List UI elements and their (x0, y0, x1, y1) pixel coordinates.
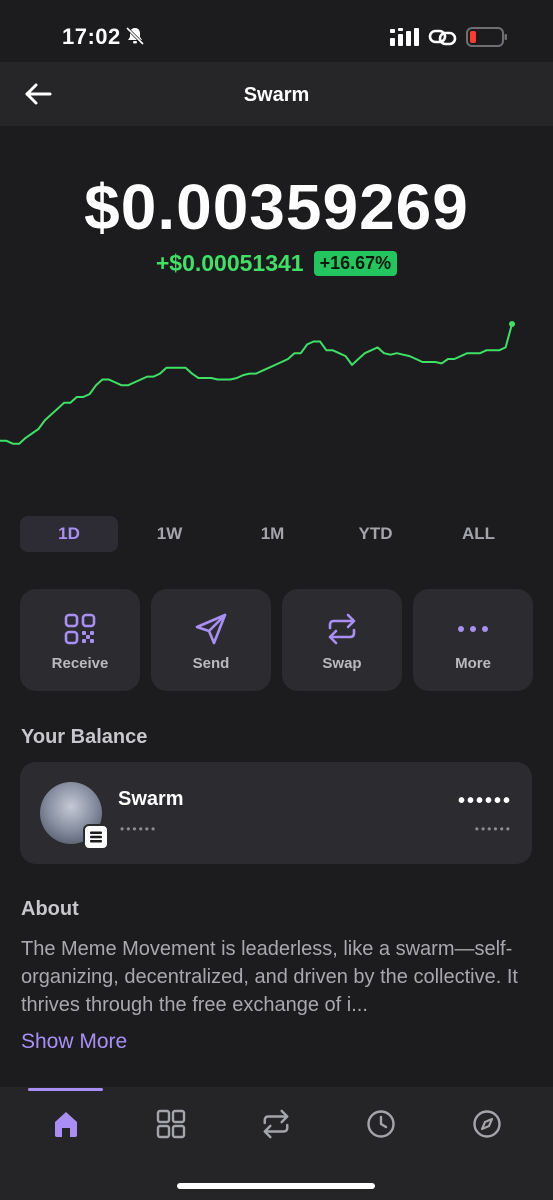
nav-grid[interactable] (151, 1106, 191, 1142)
price-latest-point (509, 321, 515, 327)
home-indicator (177, 1183, 375, 1189)
swap-icon (328, 613, 356, 645)
battery-icon (466, 27, 507, 47)
bell-muted-icon (125, 26, 145, 46)
more-button[interactable]: More (413, 589, 533, 691)
status-time: 17:02 (62, 24, 121, 49)
action-row: Receive Send Swap More (20, 589, 533, 691)
about-section-title: About (21, 898, 79, 920)
price-chart[interactable] (0, 310, 553, 490)
timeframe-selector: 1D 1W 1M YTD ALL (20, 516, 534, 554)
history-icon (367, 1110, 395, 1138)
timeframe-1d[interactable]: 1D (20, 516, 118, 552)
more-label: More (455, 655, 491, 672)
price-line (0, 323, 513, 445)
more-icon (458, 626, 488, 632)
send-button[interactable]: Send (151, 589, 271, 691)
send-label: Send (192, 655, 230, 672)
about-text: The Meme Movement is leaderless, like a … (21, 938, 518, 1016)
timeframe-ytd[interactable]: YTD (324, 516, 427, 552)
nav-swap[interactable] (256, 1106, 296, 1142)
nav-explore[interactable] (467, 1106, 507, 1142)
timeframe-all[interactable]: ALL (427, 516, 530, 552)
swap-icon (263, 1109, 289, 1139)
price-change-badge: +16.67% (313, 251, 398, 276)
balance-value-hidden: •••••• (457, 790, 512, 812)
screen: 17:02 Swarm $0.00359269 +$0.00051341 +16… (0, 0, 553, 1200)
swap-button[interactable]: Swap (282, 589, 402, 691)
receive-button[interactable]: Receive (20, 589, 140, 691)
token-price: $0.00359269 (84, 171, 469, 243)
nav-active-indicator (28, 1088, 103, 1091)
balance-card[interactable]: Swarm •••••• •••••• •••••• (20, 762, 532, 864)
timeframe-1w[interactable]: 1W (118, 516, 221, 552)
token-amount-hidden: •••••• (120, 822, 158, 836)
show-more-link[interactable]: Show More (21, 1030, 127, 1054)
grid-icon (156, 1109, 186, 1139)
nav-history[interactable] (361, 1106, 401, 1142)
chain-badge-icon (83, 824, 109, 850)
balance-sub-hidden: •••••• (474, 822, 512, 836)
timeframe-1m[interactable]: 1M (221, 516, 324, 552)
balance-section-title: Your Balance (21, 726, 148, 748)
home-icon (55, 1112, 77, 1137)
send-icon (195, 613, 227, 645)
signal-icon (390, 28, 419, 46)
page-title: Swarm (243, 84, 310, 106)
explore-icon (473, 1110, 501, 1138)
price-change-row: +$0.00051341 +16.67% (0, 250, 553, 277)
price-change-amount: +$0.00051341 (155, 250, 304, 276)
receive-label: Receive (51, 655, 109, 672)
swap-label: Swap (322, 655, 362, 672)
token-name: Swarm (118, 788, 184, 810)
header: Swarm (0, 62, 553, 126)
nav-home[interactable] (46, 1106, 86, 1142)
qr-code-icon (64, 613, 96, 645)
status-bar: 17:02 (0, 0, 553, 62)
link-icon (428, 29, 457, 46)
